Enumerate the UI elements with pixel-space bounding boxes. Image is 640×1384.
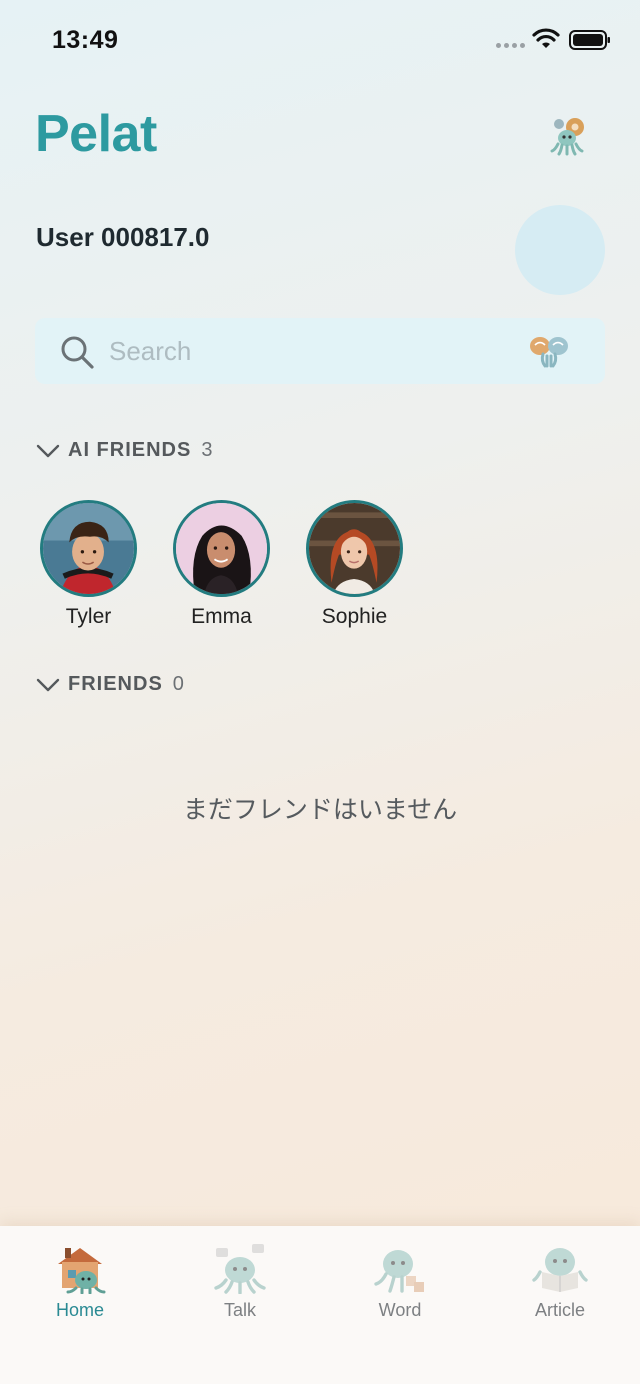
tab-bar: Home Talk Word Article	[0, 1226, 640, 1384]
chevron-down-icon	[36, 678, 60, 691]
section-count: 3	[201, 439, 213, 461]
status-bar: 13:49	[0, 0, 640, 80]
avatar	[40, 500, 137, 597]
tab-label: Article	[534, 1300, 585, 1320]
friend-name: Tyler	[65, 605, 112, 628]
search-input[interactable]	[109, 330, 509, 372]
ai-friends-header[interactable]: AI FRIENDS 3	[36, 439, 212, 462]
octopus-gear-icon	[550, 118, 584, 156]
word-icon	[374, 1250, 424, 1293]
tab-word[interactable]: Word	[320, 1226, 480, 1384]
friend-name: Sophie	[321, 605, 388, 628]
ai-friend-sophie[interactable]: Sophie	[306, 500, 403, 629]
battery-icon	[569, 30, 610, 50]
article-icon	[532, 1248, 588, 1292]
tab-label: Home	[55, 1300, 104, 1320]
tab-home[interactable]: Home	[0, 1226, 160, 1384]
tab-label: Word	[378, 1300, 422, 1320]
user-name: User 000817.0	[36, 222, 210, 252]
search-icon	[61, 336, 94, 369]
friends-header[interactable]: FRIENDS 0	[36, 673, 184, 696]
talk-icon	[214, 1244, 266, 1294]
chevron-down-icon	[36, 444, 60, 457]
search-bar[interactable]	[35, 318, 605, 384]
wifi-icon	[532, 28, 560, 48]
ai-friend-tyler[interactable]: Tyler	[40, 500, 137, 629]
avatar	[173, 500, 270, 597]
status-time: 13:49	[52, 26, 119, 54]
brain-icon	[530, 337, 568, 368]
ai-friends-list: Tyler Emma Sophie	[40, 500, 403, 629]
ai-friend-emma[interactable]: Emma	[173, 500, 270, 629]
empty-friends-message: まだフレンドはいません	[182, 795, 458, 824]
avatar	[306, 500, 403, 597]
settings-button[interactable]	[545, 114, 591, 156]
friend-name: Emma	[191, 605, 252, 628]
tab-talk[interactable]: Talk	[160, 1226, 320, 1384]
tab-label: Talk	[223, 1300, 256, 1320]
tab-article[interactable]: Article	[480, 1226, 640, 1384]
section-title: FRIENDS	[68, 673, 163, 695]
signal-icon	[496, 43, 525, 48]
section-count: 0	[172, 673, 184, 695]
section-title: AI FRIENDS	[68, 439, 192, 461]
app-title: Pelat	[35, 105, 157, 163]
home-icon	[58, 1248, 106, 1294]
profile-avatar[interactable]	[515, 205, 605, 295]
